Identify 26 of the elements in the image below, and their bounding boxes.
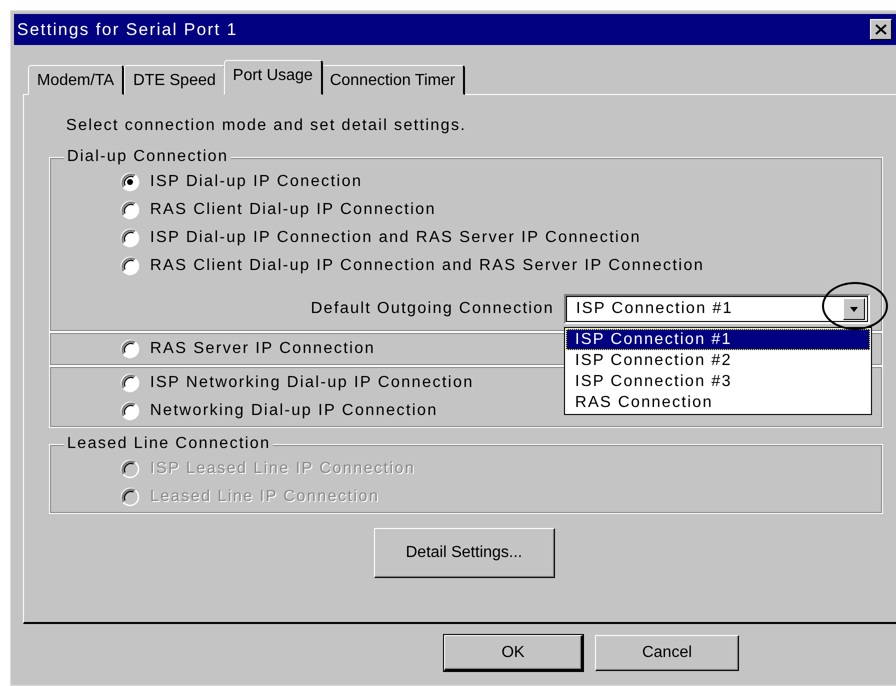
option-label: ISP Leased Line IP Connection: [150, 460, 416, 478]
push-button[interactable]: Detail Settings...: [374, 528, 554, 578]
dropdown-label: Default Outgoing Connection: [310, 300, 554, 318]
instruction-text: Select connection mode and set detail settings.: [66, 117, 468, 136]
push-button[interactable]: OK: [444, 635, 583, 671]
push-button[interactable]: Cancel: [595, 635, 739, 671]
option-label: ISP Dial-up IP Conection: [150, 173, 362, 191]
dropdown-item[interactable]: RAS Connection: [566, 392, 870, 413]
window-title: Settings for Serial Port 1: [17, 20, 238, 40]
tab[interactable]: Connection Timer: [320, 65, 466, 95]
dropdown-value: ISP Connection #1: [576, 300, 733, 318]
dropdown-item[interactable]: ISP Connection #2: [566, 350, 870, 371]
option-label: Networking Dial-up IP Connection: [150, 402, 438, 420]
option-label: RAS Client Dial-up IP Connection: [150, 201, 436, 219]
option-label: ISP Dial-up IP Connection and RAS Server IP Connection: [150, 229, 642, 247]
option-label: Leased Line IP Connection: [150, 488, 380, 506]
option-label: RAS Server IP Connection: [150, 340, 376, 358]
option-label: RAS Client Dial-up IP Connection and RAS Server IP Connection: [150, 257, 704, 275]
dropdown-item[interactable]: ISP Connection #1: [566, 329, 870, 350]
group-legend: Dial-up Connection: [64, 148, 232, 166]
dropdown-field[interactable]: ISP Connection #1: [564, 294, 870, 324]
dropdown-item[interactable]: ISP Connection #3: [566, 371, 870, 392]
tab[interactable]: Port Usage: [224, 60, 323, 95]
tab[interactable]: Modem/TA: [28, 65, 124, 95]
tab[interactable]: DTE Speed: [124, 65, 226, 95]
option-label: ISP Networking Dial-up IP Connection: [150, 374, 474, 392]
